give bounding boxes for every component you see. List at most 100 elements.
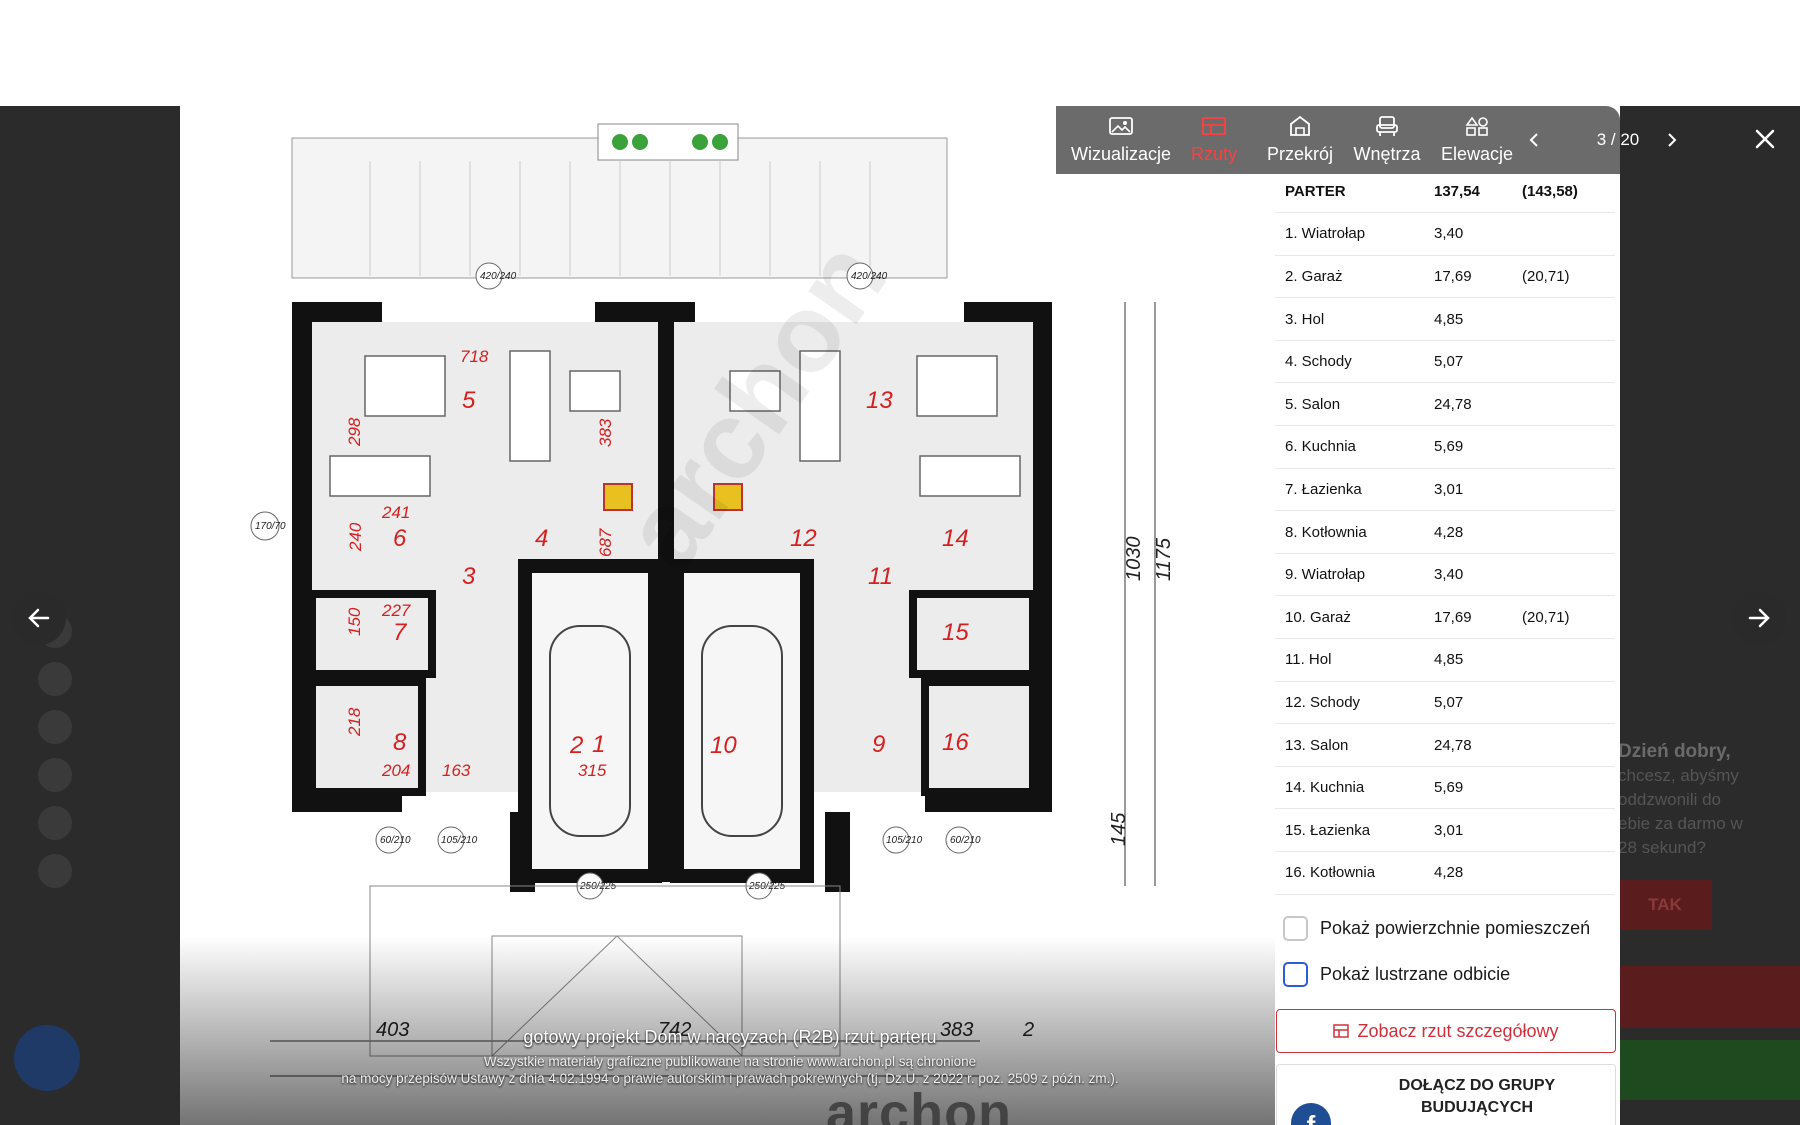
dimension-label: 204 [381, 761, 410, 780]
room-number: 7 [393, 619, 408, 646]
room-area: 5,69 [1434, 438, 1464, 456]
opening-label: 60/210 [950, 835, 981, 846]
chat-text: oddzwonili do [1618, 790, 1722, 809]
room-area: 4,85 [1434, 651, 1464, 669]
room-name: 10. Garaż [1285, 608, 1351, 626]
callback-widget: Dzień dobry, chcesz, abyśmy oddzwonili d… [1618, 740, 1800, 930]
phone-bar [1618, 966, 1800, 1028]
room-area: 17,69 [1434, 267, 1472, 285]
dimension-label: 240 [346, 522, 365, 552]
tab-elewacje[interactable]: Elewacje [1431, 106, 1523, 174]
room-number: 4 [535, 525, 548, 552]
page-header-area [0, 0, 1800, 106]
room-area-alt: (20,71) [1522, 608, 1570, 626]
room-area: 3,01 [1434, 480, 1464, 498]
x-icon [38, 710, 72, 744]
room-area: 3,01 [1434, 821, 1464, 839]
room-area-alt [1512, 340, 1615, 383]
table-row: 9. Wiatrołap 3,40 [1275, 553, 1615, 596]
image-lightbox: archon 1 2 3 4 5 6 7 8 9 10 11 12 13 14 … [180, 106, 1620, 1125]
room-area: 4,28 [1434, 523, 1464, 541]
dimension-label: 718 [460, 347, 489, 366]
room-area-alt [1512, 639, 1615, 682]
chat-greeting: Dzień dobry, [1618, 741, 1731, 762]
room-name: 4. Schody [1285, 353, 1352, 371]
floor-plan-image: archon 1 2 3 4 5 6 7 8 9 10 11 12 13 14 … [180, 106, 1280, 1125]
table-row: 16. Kotłownia 4,28 [1275, 852, 1615, 895]
dimension-label: 1175 [1153, 537, 1175, 581]
room-area: 5,69 [1434, 779, 1464, 797]
table-row: 2. Garaż 17,69 (20,71) [1275, 255, 1615, 298]
tab-label: Przekrój [1266, 144, 1333, 164]
tab-wnetrza[interactable]: Wnętrza [1343, 106, 1431, 174]
opening-label: 105/210 [441, 835, 478, 846]
toolbar-prev-button[interactable] [1526, 106, 1542, 174]
tab-wizualizacje[interactable]: Wizualizacje [1071, 106, 1171, 174]
detailed-plan-label: Zobacz rzut szczegółowy [1357, 1020, 1559, 1041]
floor-area: 137,54 [1434, 182, 1480, 200]
room-name: 12. Schody [1285, 693, 1361, 711]
room-name: 13. Salon [1285, 736, 1349, 754]
tab-przekroj[interactable]: Przekrój [1257, 106, 1343, 174]
contact-bar [1618, 1040, 1800, 1100]
room-area-alt [1512, 426, 1615, 469]
table-row: 13. Salon 24,78 [1275, 724, 1615, 767]
join-group-card[interactable]: f DOŁĄCZ DO GRUPY BUDUJĄCYCH [1276, 1064, 1616, 1125]
chat-yes-button: TAK [1618, 880, 1712, 930]
chat-text: 28 sekund? [1618, 838, 1706, 857]
table-row: 12. Schody 5,07 [1275, 681, 1615, 724]
archon-logo: archon [826, 1083, 1013, 1125]
join-group-label: DOŁĄCZ DO GRUPY BUDUJĄCYCH [1398, 1077, 1556, 1116]
show-areas-checkbox[interactable] [1283, 916, 1308, 941]
armchair-icon [1376, 116, 1398, 136]
floorplan-icon [1202, 117, 1226, 135]
room-name: 9. Wiatrołap [1285, 566, 1366, 584]
instagram-icon [38, 758, 72, 792]
room-number: 3 [462, 563, 476, 590]
room-area-alt [1512, 553, 1615, 596]
room-number: 15 [942, 619, 969, 646]
table-row: 7. Łazienka 3,01 [1275, 468, 1615, 511]
room-name: 16. Kotłownia [1285, 864, 1376, 882]
detailed-plan-button[interactable]: Zobacz rzut szczegółowy [1276, 1009, 1616, 1053]
table-row: 5. Salon 24,78 [1275, 383, 1615, 426]
show-areas-label: Pokaż powierzchnie pomieszczeń [1320, 918, 1591, 938]
room-area-alt [1512, 766, 1615, 809]
table-row: 10. Garaż 17,69 (20,71) [1275, 596, 1615, 639]
room-name: 2. Garaż [1285, 267, 1343, 285]
chat-text: ebie za darmo w [1618, 814, 1743, 833]
dimension-label: 150 [345, 607, 364, 636]
table-row: 6. Kuchnia 5,69 [1275, 426, 1615, 469]
room-name: 3. Hol [1285, 310, 1325, 328]
toolbar-next-button[interactable] [1664, 106, 1680, 174]
dimension-label: 315 [578, 761, 607, 780]
opening-label: 420/240 [851, 271, 888, 282]
tab-rzuty[interactable]: Rzuty [1171, 106, 1257, 174]
image-icon [1109, 117, 1133, 135]
chevron-left-icon [1529, 133, 1538, 147]
previous-image-button[interactable] [12, 591, 66, 645]
tab-label: Wnętrza [1353, 144, 1421, 164]
dimension-label: 1030 [1123, 537, 1145, 582]
room-area-alt [1512, 298, 1615, 341]
next-image-button[interactable] [1732, 591, 1786, 645]
chat-bubble-icon [14, 1025, 80, 1091]
room-area: 17,69 [1434, 608, 1472, 626]
mirror-checkbox[interactable] [1283, 962, 1308, 987]
room-number: 13 [866, 387, 893, 414]
dimension-label: 227 [381, 601, 411, 620]
table-header-row: PARTER 137,54 (143,58) [1275, 170, 1615, 213]
table-row: 11. Hol 4,85 [1275, 639, 1615, 682]
table-row: 14. Kuchnia 5,69 [1275, 766, 1615, 809]
image-caption: gotowy projekt Dom w narcyzach (R2B) rzu… [180, 1027, 1280, 1086]
room-number: 1 [592, 731, 605, 758]
show-areas-option[interactable]: Pokaż powierzchnie pomieszczeń [1283, 916, 1590, 941]
lightbox-toolbar: Wizualizacje Rzuty Przekrój Wnętrza Elew… [1056, 106, 1677, 174]
mirror-option[interactable]: Pokaż lustrzane odbicie [1283, 962, 1510, 987]
close-button[interactable] [1750, 124, 1780, 154]
arrow-right-icon [1748, 608, 1770, 628]
room-area-alt: (20,71) [1522, 267, 1570, 285]
table-row: 8. Kotłownia 4,28 [1275, 511, 1615, 554]
room-number: 8 [393, 729, 407, 756]
room-number: 11 [868, 563, 893, 590]
